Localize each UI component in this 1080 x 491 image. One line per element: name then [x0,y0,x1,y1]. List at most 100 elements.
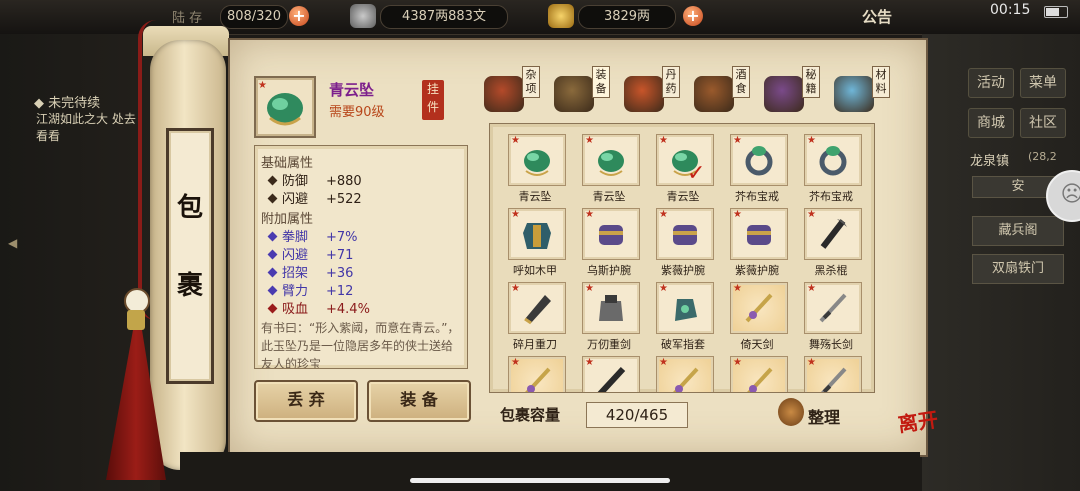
slot-frame: ★ [656,208,714,260]
inventory-slot[interactable]: ★ 芥布宝戒 [796,128,866,203]
storage-label: 陆 存 [172,11,203,26]
armor-item-icon [523,223,551,249]
sort-bag-icon[interactable] [778,398,804,426]
slot-frame: ★ [804,356,862,392]
equip-button[interactable]: 装 备 [367,380,471,422]
attr-row: 招架 +36 [267,262,353,281]
attr-row: 拳脚 +7% [267,226,358,245]
slot-frame: ★ [656,356,714,392]
inventory-slot[interactable]: ★ 万仞重剑 [574,276,644,351]
sword2-item-icon [821,367,847,392]
inventory-slot[interactable]: ★ 破军指套 [648,276,718,351]
tab-label: 杂项 [522,66,540,98]
rarity-star-icon: ★ [585,135,594,146]
inventory-slot[interactable]: ★ [500,350,570,392]
activity-button[interactable]: 活动 [968,68,1014,98]
tassel-cap [127,310,145,330]
rarity-star-icon: ★ [585,283,594,294]
sword2-item-icon [819,293,847,323]
rarity-star-icon: ★ [585,209,594,220]
bottom-bar [180,452,920,491]
dark-item-icon [597,366,626,392]
inventory-slot[interactable]: ★ 紫薇护腕 [722,202,792,277]
manuals-icon [764,76,804,112]
tab-label: 装备 [592,66,610,98]
discard-button[interactable]: 丢 弃 [254,380,358,422]
rarity-star-icon: ★ [511,357,520,368]
staff-item-icon [820,219,847,249]
attr-row: 吸血 +4.4% [267,298,370,317]
tab-misc[interactable]: 杂项 [484,66,550,112]
glove-item-icon [675,299,697,321]
inventory-slot[interactable]: ★ 乌斯护腕 [574,202,644,277]
slot-frame: ★ [508,356,566,392]
inventory-slot[interactable]: ★ 青云坠 [574,128,644,203]
inventory-slot[interactable]: ★ 紫薇护腕 [648,202,718,277]
sword-item-icon [673,367,699,392]
inventory-slot[interactable]: ★ [796,350,866,392]
location-coords: (28,2 [1028,150,1057,163]
tab-manuals[interactable]: 秘籍 [764,66,830,112]
tab-pills[interactable]: 丹药 [624,66,690,112]
location-name: 龙泉镇 [970,154,1010,169]
gauntlet-item-icon [599,295,623,321]
inventory-slot[interactable]: ★ [648,350,718,392]
slot-frame: ★ [656,282,714,334]
attr-row: 闪避 +522 [267,188,362,207]
nav-item-iron-door[interactable]: 双扇铁门 [972,254,1064,284]
tab-label: 酒食 [732,66,750,98]
inventory-slot[interactable]: ★ 芥布宝戒 [722,128,792,203]
sort-button[interactable]: 整理 [808,404,840,428]
extra-attr-header: 附加属性 [261,212,314,227]
storage-counter: 808/320 [220,5,288,29]
community-button[interactable]: 社区 [1020,108,1066,138]
rarity-star-icon: ★ [807,357,816,368]
shop-button[interactable]: 商城 [968,108,1014,138]
tab-label: 材料 [872,66,890,98]
rarity-star-icon: ★ [659,209,668,220]
inventory-slot[interactable]: ★ ✓ 青云坠 [648,128,718,203]
rarity-star-icon: ★ [807,283,816,294]
svg-text:★: ★ [258,80,267,91]
inventory-slot[interactable]: ★ 呼如木甲 [500,202,570,277]
inventory-slot[interactable]: ★ [722,350,792,392]
nav-item-armory[interactable]: 藏兵阁 [972,216,1064,246]
gold-plus-button[interactable]: + [683,6,703,26]
silver-icon [350,4,376,28]
quest-title[interactable]: ◆ 未完待续 [34,92,100,111]
sword-item-icon [747,367,773,392]
battery-icon [1044,6,1068,18]
slot-frame: ★ [582,208,640,260]
storage-plus-button[interactable]: + [289,6,309,26]
slot-frame: ★ [508,134,566,186]
item-description[interactable]: 有书曰：“形入紫阈，而意在青云。”，此玉坠乃是一位隐居多年的侠士送给友人的珍宝 [261,319,461,368]
inventory-slot[interactable]: ★ 舞殇长剑 [796,276,866,351]
tab-materials[interactable]: 材料 [834,66,900,112]
basic-attr-header: 基础属性 [261,156,314,171]
slot-frame: ★ [730,282,788,334]
tab-label: 秘籍 [802,66,820,98]
menu-button[interactable]: 菜单 [1020,68,1066,98]
rarity-star-icon: ★ [733,135,742,146]
attr-row: 臂力 +12 [267,280,353,299]
rarity-star-icon: ★ [659,357,668,368]
collapse-arrow-icon[interactable]: ◀ [8,236,26,254]
slot-frame: ★ [804,208,862,260]
inventory-slot[interactable]: ★ [574,350,644,392]
inventory-slot[interactable]: ★ 青云坠 [500,128,570,203]
tab-food[interactable]: 酒食 [694,66,760,112]
home-indicator [410,478,670,483]
tab-equipment[interactable]: 装备 [554,66,620,112]
leave-button[interactable]: 离开 [897,407,940,436]
slot-frame: ★ [582,134,640,186]
seal-char-2: 件 [426,100,439,114]
notice-button[interactable]: 公告 [862,6,892,27]
slot-frame: ★ [804,134,862,186]
rarity-star-icon: ★ [807,209,816,220]
rarity-star-icon: ★ [511,135,520,146]
slot-frame: ★ [582,282,640,334]
jade-item-icon [524,150,550,176]
inventory-slot[interactable]: ★ 黑杀棍 [796,202,866,277]
inventory-slot[interactable]: ★ 碎月重刀 [500,276,570,351]
inventory-slot[interactable]: ★ 倚天剑 [722,276,792,351]
